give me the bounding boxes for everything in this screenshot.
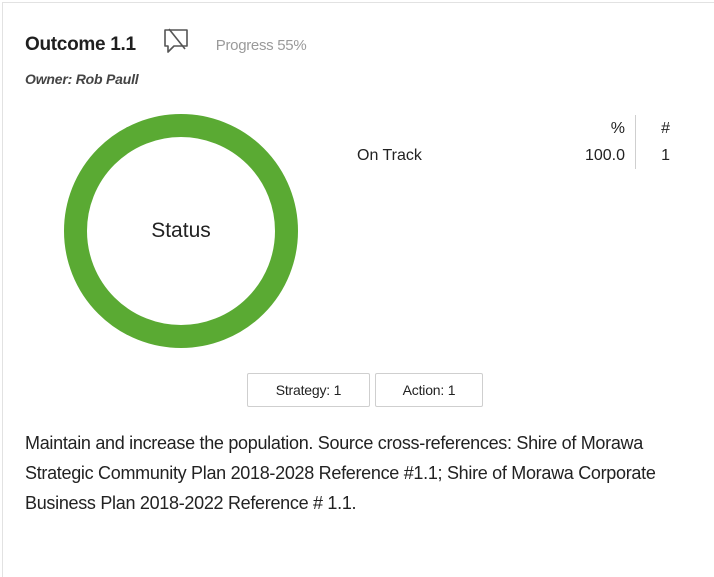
outcome-title[interactable]: Outcome 1.1	[25, 34, 136, 56]
outcome-card: Outcome 1.1 Progress 55% Owner: Rob Paul…	[2, 2, 714, 577]
strategy-count-button[interactable]: Strategy: 1	[247, 373, 370, 407]
status-table: % # On Track 100.0 1	[357, 115, 670, 169]
status-percent: 100.0	[557, 142, 636, 169]
comment-slash-icon[interactable]	[160, 27, 192, 55]
donut-center-label: Status	[151, 219, 211, 242]
status-table-header: % #	[357, 115, 670, 142]
header-name	[357, 115, 557, 142]
header-count: #	[661, 119, 670, 137]
linked-items: Strategy: 1 Action: 1	[247, 373, 483, 407]
table-row: On Track 100.0 1	[357, 142, 670, 169]
status-count: 1	[661, 146, 670, 164]
outcome-description: Maintain and increase the population. So…	[25, 433, 656, 513]
status-donut-chart: Status	[63, 113, 299, 349]
outcome-header: Outcome 1.1 Progress 55%	[25, 28, 307, 59]
owner-label: Owner: Rob Paull	[25, 71, 139, 87]
progress-label: Progress 55%	[215, 36, 307, 54]
header-percent: %	[557, 115, 636, 142]
status-name: On Track	[357, 146, 422, 164]
action-count-button[interactable]: Action: 1	[375, 373, 483, 407]
